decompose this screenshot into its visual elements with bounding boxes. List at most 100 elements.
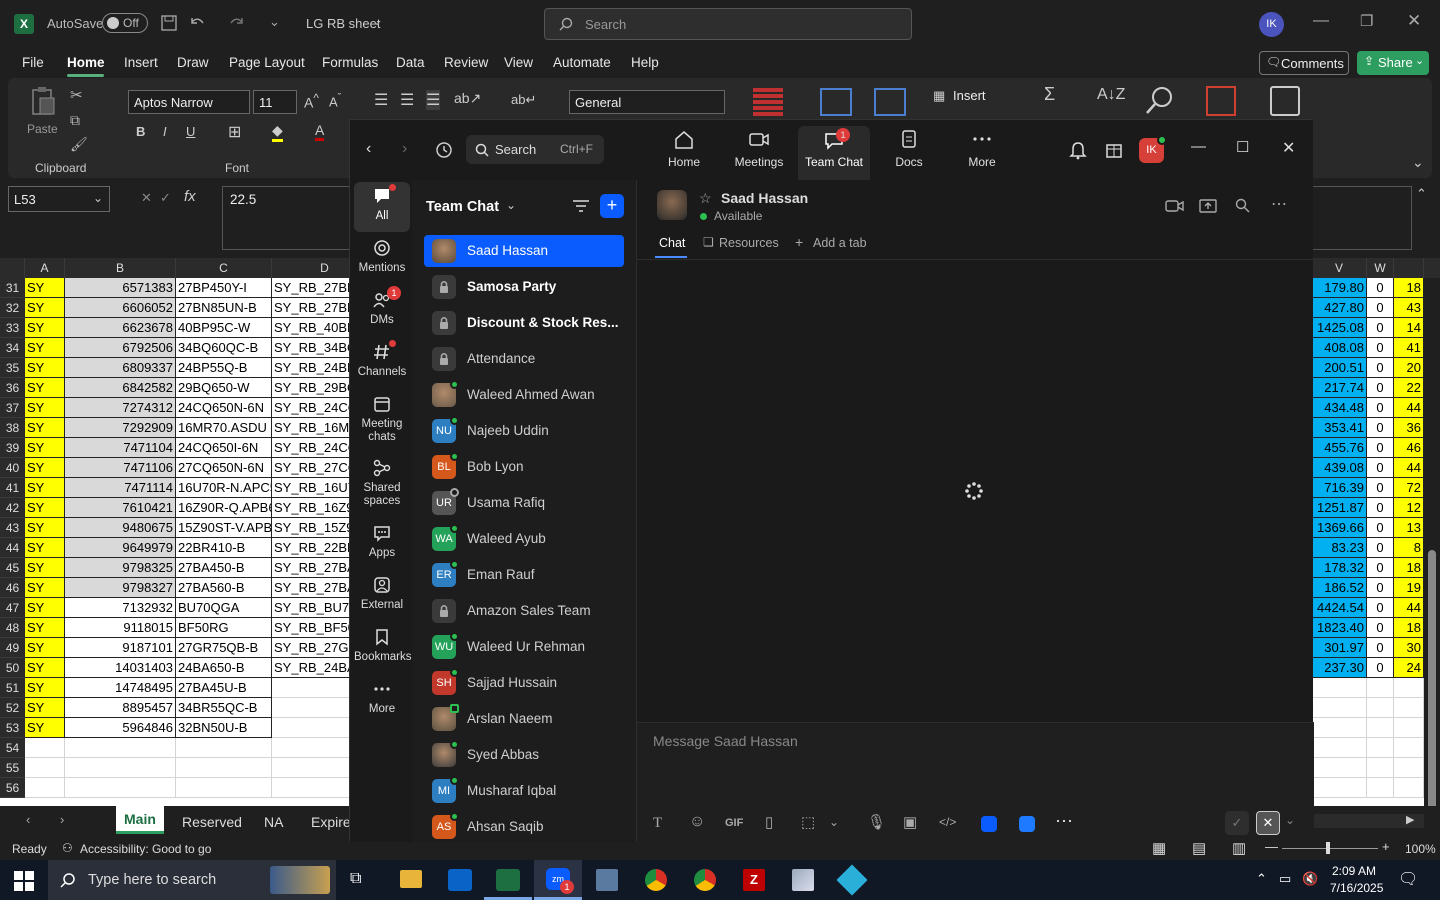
cell-b[interactable]: 5964846 [65, 718, 176, 738]
cell-x[interactable] [1394, 778, 1424, 798]
menu-help[interactable]: Help [631, 55, 659, 70]
redo-icon[interactable] [228, 14, 246, 32]
cell-c[interactable]: BF50RG [176, 618, 272, 638]
rail-shared-spaces[interactable]: Shared spaces [354, 458, 410, 507]
cell-v[interactable] [1312, 738, 1367, 758]
row-header[interactable]: 40 [0, 458, 25, 478]
cell-a[interactable]: SY [25, 718, 65, 738]
cell-v[interactable]: 1369.66 [1312, 518, 1367, 538]
team-chat-title[interactable]: Team Chat [426, 199, 499, 215]
cell-c[interactable]: 16Z90R-Q.APB6 [176, 498, 272, 518]
row-header[interactable]: 37 [0, 398, 25, 418]
cell-x[interactable] [1394, 758, 1424, 778]
notifications-icon[interactable]: 🗨 [1398, 869, 1418, 889]
row-header[interactable]: 36 [0, 378, 25, 398]
zoom-slider-thumb[interactable] [1326, 842, 1330, 854]
cell-x[interactable]: 30 [1394, 638, 1424, 658]
screenshot-icon[interactable]: ⬚ [801, 813, 815, 831]
cell-c[interactable]: 24CQ650I-6N [176, 438, 272, 458]
cell-v[interactable]: 439.08 [1312, 458, 1367, 478]
cell-a[interactable]: SY [25, 318, 65, 338]
analyze-data-icon[interactable] [1270, 86, 1300, 116]
chrome-icon[interactable] [645, 869, 667, 891]
volume-muted-icon[interactable]: 🔇 [1302, 871, 1318, 887]
vertical-scrollbar[interactable] [1424, 278, 1440, 806]
share-button[interactable]: ⇪ Share ⌄ [1357, 51, 1429, 75]
cell-v[interactable]: 178.32 [1312, 558, 1367, 578]
cell-a[interactable]: SY [25, 558, 65, 578]
cell-w[interactable]: 0 [1367, 278, 1394, 298]
taskbar-search[interactable]: Type here to search [48, 860, 336, 900]
cell-x[interactable]: 8 [1394, 538, 1424, 558]
cell-x[interactable]: 44 [1394, 598, 1424, 618]
cut-icon[interactable]: ✂ [70, 86, 83, 104]
excel-search-input[interactable]: Search [544, 8, 912, 40]
chat-list-item[interactable]: Attendance [424, 343, 624, 375]
document-title[interactable]: LG RB sheet [306, 16, 380, 31]
cell-x[interactable] [1394, 678, 1424, 698]
cell-w[interactable]: 0 [1367, 538, 1394, 558]
cell-x[interactable]: 18 [1394, 558, 1424, 578]
rail-external[interactable]: External [354, 575, 410, 612]
cell-w[interactable]: 0 [1367, 398, 1394, 418]
column-header-v[interactable]: V [1312, 258, 1367, 278]
cell-c[interactable]: 16MR70.ASDU [176, 418, 272, 438]
insert-cells-icon[interactable]: ▦ [933, 88, 945, 104]
cell-w[interactable] [1367, 678, 1394, 698]
cell-c[interactable]: 29BQ650-W [176, 378, 272, 398]
zoom-minimize-icon[interactable]: — [1191, 138, 1206, 155]
nav-docs[interactable]: Docs [873, 128, 945, 169]
cell-c[interactable] [176, 738, 272, 758]
row-header[interactable]: 46 [0, 578, 25, 598]
autosave-toggle[interactable]: Off [102, 13, 148, 33]
menu-page-layout[interactable]: Page Layout [229, 55, 305, 70]
cell-v[interactable]: 217.74 [1312, 378, 1367, 398]
row-header[interactable]: 43 [0, 518, 25, 538]
name-box[interactable]: L53 ⌄ [8, 186, 110, 212]
nav-team-chat[interactable]: Team Chat 1 [798, 128, 870, 169]
cell-b[interactable]: 6606052 [65, 298, 176, 318]
chrome-profile-icon[interactable] [694, 869, 716, 891]
windows-start-icon[interactable] [14, 871, 34, 891]
screenshot-chevron-icon[interactable]: ⌄ [829, 815, 839, 829]
cell-c[interactable]: 22BR410-B [176, 538, 272, 558]
chat-list-item[interactable]: UR Usama Rafiq [424, 487, 624, 519]
format-painter-icon[interactable]: 🖌 [70, 136, 88, 153]
composer-more-icon[interactable]: ⋯ [1055, 811, 1073, 832]
excel-taskbar-icon[interactable] [496, 869, 520, 891]
cell-w[interactable]: 0 [1367, 598, 1394, 618]
excel-user-avatar[interactable]: IK [1259, 12, 1284, 37]
zoom-search-input[interactable]: Search Ctrl+F [466, 135, 604, 164]
find-select-icon[interactable] [1144, 84, 1176, 116]
cell-b[interactable]: 8895457 [65, 698, 176, 718]
cell-b[interactable]: 7471106 [65, 458, 176, 478]
row-header[interactable]: 55 [0, 758, 25, 778]
cell-a[interactable]: SY [25, 398, 65, 418]
cell-b[interactable]: 9798327 [65, 578, 176, 598]
cell-w[interactable]: 0 [1367, 518, 1394, 538]
nav-more[interactable]: More [946, 128, 1018, 169]
sheet-tab-na[interactable]: NA [264, 814, 283, 830]
cell-c[interactable]: 27GR75QB-B [176, 638, 272, 658]
accessibility-icon[interactable]: ⚇ [62, 841, 73, 855]
cell-a[interactable] [25, 778, 65, 798]
zoom-in-icon[interactable]: + [1382, 839, 1390, 854]
cell-c[interactable]: 15Z90ST-V.APB6 [176, 518, 272, 538]
format-text-icon[interactable]: T [653, 815, 662, 832]
cell-x[interactable]: 14 [1394, 318, 1424, 338]
cell-b[interactable]: 6571383 [65, 278, 176, 298]
cell-v[interactable] [1312, 698, 1367, 718]
cell-x[interactable]: 44 [1394, 458, 1424, 478]
tab-chat[interactable]: Chat [659, 236, 685, 250]
cell-v[interactable] [1312, 718, 1367, 738]
cell-x[interactable]: 72 [1394, 478, 1424, 498]
forward-icon[interactable]: › [402, 140, 407, 158]
zoom-level[interactable]: 100% [1405, 842, 1436, 856]
cell-w[interactable]: 0 [1367, 438, 1394, 458]
save-icon[interactable] [160, 14, 178, 32]
menu-review[interactable]: Review [444, 55, 488, 70]
cancel-formula-icon[interactable]: ✕ [141, 190, 152, 206]
number-format-select[interactable]: General [569, 90, 725, 114]
cell-w[interactable]: 0 [1367, 318, 1394, 338]
autosum-icon[interactable]: Σ [1044, 84, 1055, 105]
